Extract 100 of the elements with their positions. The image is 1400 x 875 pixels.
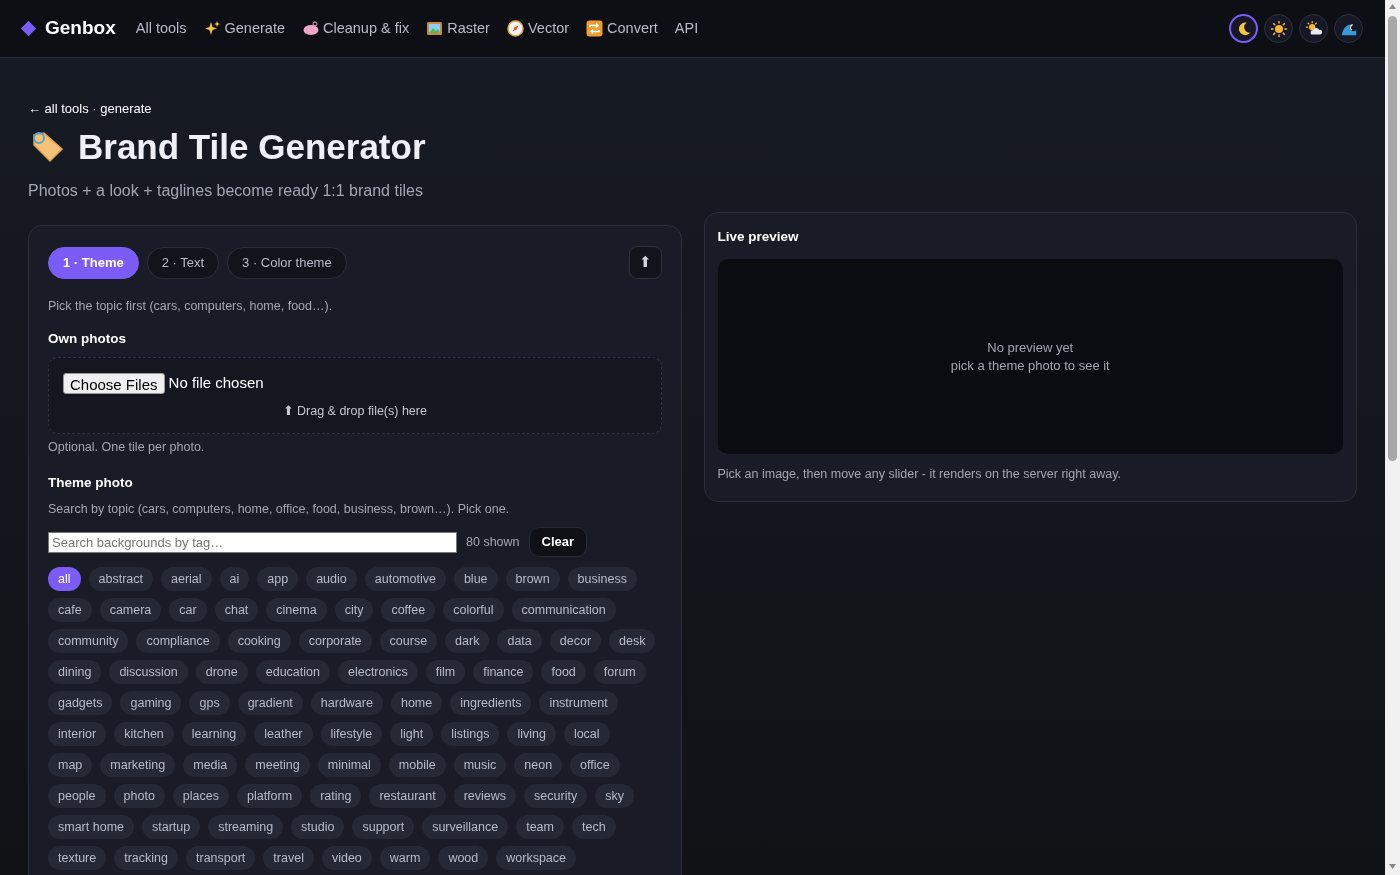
tag-chip[interactable]: gaming — [120, 691, 182, 715]
tag-chip[interactable]: tracking — [114, 846, 178, 870]
tag-chip[interactable]: automotive — [364, 567, 446, 591]
tag-chip[interactable]: map — [48, 753, 93, 777]
tag-chip[interactable]: office — [570, 753, 620, 777]
tag-chip[interactable]: cinema — [266, 598, 327, 622]
tag-chip[interactable]: startup — [142, 815, 201, 839]
tag-chip[interactable]: gradient — [237, 691, 303, 715]
tag-chip[interactable]: support — [352, 815, 415, 839]
tag-chip[interactable]: coffee — [381, 598, 436, 622]
tag-chip[interactable]: ingredients — [450, 691, 532, 715]
tag-chip[interactable]: living — [507, 722, 556, 746]
tag-chip[interactable]: texture — [48, 846, 107, 870]
tag-chip[interactable]: gps — [189, 691, 230, 715]
upload-button[interactable]: ⬆ — [628, 246, 662, 279]
tag-chip[interactable]: restaurant — [369, 784, 446, 808]
theme-button[interactable] — [1334, 14, 1363, 43]
tag-chip[interactable]: instrument — [539, 691, 618, 715]
tag-chip[interactable]: aerial — [161, 567, 212, 591]
tag-chip[interactable]: local — [563, 722, 610, 746]
tag-chip[interactable]: dark — [445, 629, 490, 653]
tag-chip[interactable]: hardware — [310, 691, 383, 715]
tag-chip[interactable]: tech — [572, 815, 616, 839]
tag-chip[interactable]: cooking — [227, 629, 291, 653]
tag-chip[interactable]: leather — [254, 722, 313, 746]
tag-chip[interactable]: business — [567, 567, 637, 591]
choose-files-button[interactable]: Choose Files — [63, 372, 165, 394]
tag-chip[interactable]: video — [321, 846, 372, 870]
tag-chip[interactable]: home — [390, 691, 443, 715]
tag-chip[interactable]: warm — [379, 846, 431, 870]
brand-name[interactable]: Genbox — [45, 14, 116, 43]
step-tab[interactable]: 1 · Theme — [48, 246, 139, 279]
tag-chip[interactable]: mobile — [388, 753, 446, 777]
tag-chip[interactable]: city — [334, 598, 374, 622]
tag-chip[interactable]: course — [379, 629, 438, 653]
tag-chip[interactable]: studio — [291, 815, 345, 839]
breadcrumb-link[interactable]: ← all tools · generate — [28, 101, 152, 116]
nav-link[interactable]: Generate — [203, 17, 285, 40]
tag-chip[interactable]: compliance — [136, 629, 220, 653]
tag-chip[interactable]: workspace — [496, 846, 576, 870]
theme-button[interactable] — [1229, 14, 1258, 43]
tag-chip[interactable]: dining — [48, 660, 102, 684]
tag-chip[interactable]: app — [257, 567, 299, 591]
nav-link[interactable]: API — [674, 17, 699, 40]
tag-chip[interactable]: travel — [263, 846, 314, 870]
tag-chip[interactable]: light — [390, 722, 434, 746]
tag-chip[interactable]: platform — [236, 784, 303, 808]
nav-link[interactable]: Cleanup & fix — [302, 17, 410, 40]
tag-chip[interactable]: smart home — [48, 815, 134, 839]
tag-chip[interactable]: brown — [505, 567, 560, 591]
tag-chip[interactable]: marketing — [100, 753, 176, 777]
tag-chip[interactable]: desk — [609, 629, 656, 653]
tag-chip[interactable]: learning — [181, 722, 247, 746]
tag-chip[interactable]: neon — [514, 753, 563, 777]
tag-chip[interactable]: all — [48, 567, 81, 591]
tag-chip[interactable]: team — [516, 815, 564, 839]
tag-chip[interactable]: car — [169, 598, 207, 622]
scrollbar[interactable] — [1385, 0, 1400, 875]
tag-chip[interactable]: wood — [438, 846, 489, 870]
tag-chip[interactable]: discussion — [109, 660, 188, 684]
tag-chip[interactable]: cafe — [48, 598, 92, 622]
tag-chip[interactable]: kitchen — [114, 722, 174, 746]
nav-link[interactable]: All tools — [135, 17, 187, 40]
tag-chip[interactable]: forum — [593, 660, 646, 684]
tag-chip[interactable]: music — [453, 753, 507, 777]
step-tab[interactable]: 2 · Text — [146, 246, 220, 279]
tag-chip[interactable]: streaming — [208, 815, 284, 839]
tag-chip[interactable]: finance — [473, 660, 534, 684]
tag-chip[interactable]: lifestyle — [320, 722, 383, 746]
tag-chip[interactable]: food — [541, 660, 586, 684]
tag-chip[interactable]: interior — [48, 722, 107, 746]
tag-chip[interactable]: listings — [441, 722, 500, 746]
tag-chip[interactable]: blue — [453, 567, 498, 591]
tag-chip[interactable]: reviews — [453, 784, 517, 808]
tag-chip[interactable]: education — [255, 660, 330, 684]
clear-button[interactable]: Clear — [528, 527, 588, 557]
tag-chip[interactable]: security — [524, 784, 588, 808]
tag-chip[interactable]: electronics — [337, 660, 418, 684]
tag-chip[interactable]: sky — [595, 784, 634, 808]
tag-chip[interactable]: rating — [310, 784, 362, 808]
tag-chip[interactable]: media — [183, 753, 238, 777]
tag-chip[interactable]: people — [48, 784, 106, 808]
tag-chip[interactable]: gadgets — [48, 691, 113, 715]
scroll-thumb[interactable] — [1388, 16, 1397, 461]
tag-chip[interactable]: audio — [306, 567, 357, 591]
tag-chip[interactable]: decor — [549, 629, 602, 653]
tag-chip[interactable]: photo — [113, 784, 165, 808]
tag-chip[interactable]: abstract — [88, 567, 153, 591]
tag-chip[interactable]: film — [425, 660, 466, 684]
tag-chip[interactable]: meeting — [245, 753, 310, 777]
tag-chip[interactable]: corporate — [298, 629, 372, 653]
tag-chip[interactable]: communication — [511, 598, 616, 622]
step-tab[interactable]: 3 · Color theme — [227, 246, 347, 279]
tag-chip[interactable]: transport — [186, 846, 256, 870]
tag-chip[interactable]: surveillance — [422, 815, 509, 839]
tag-chip[interactable]: ai — [219, 567, 250, 591]
theme-button[interactable] — [1264, 14, 1293, 43]
tag-chip[interactable]: places — [172, 784, 229, 808]
tag-chip[interactable]: community — [48, 629, 129, 653]
search-field[interactable]: Search backgrounds by tag… — [48, 531, 457, 553]
